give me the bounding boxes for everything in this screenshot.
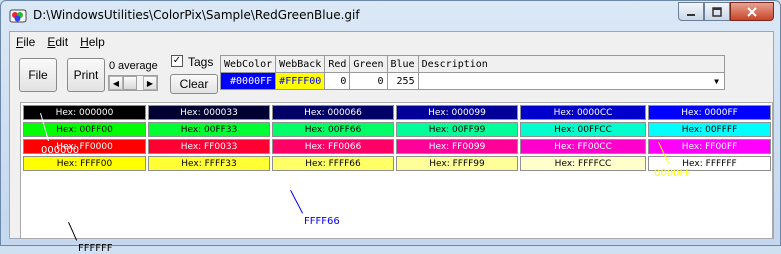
file-button[interactable]: File [19,58,57,92]
menu-file-label: ile [23,35,36,49]
menu-edit[interactable]: Edit [47,35,68,49]
webback-value[interactable]: #FFFF00 [275,72,326,90]
color-swatch[interactable]: Hex: 00FF66 [272,122,394,137]
maximize-button[interactable] [704,2,730,21]
header-blue: Blue [386,55,419,73]
scroll-right-icon[interactable]: ▶ [143,76,157,90]
average-value: 0 [109,60,116,72]
menu-help-accel: H [80,35,89,49]
color-swatch[interactable]: Hex: FF0066 [272,139,394,154]
window-title: D:\WindowsUtilities\ColorPix\Sample\RedG… [33,8,360,22]
menu-file[interactable]: File [16,35,35,49]
red-value[interactable]: 0 [324,72,351,90]
app-window: D:\WindowsUtilities\ColorPix\Sample\RedG… [0,0,781,254]
toolbar: File Print 0 average ◀ ▶ ✓ Tags Clear We… [10,52,773,96]
header-green: Green [349,55,388,73]
minimize-button[interactable] [678,2,704,21]
header-description: Description [417,55,725,73]
menu-bar: File Edit Help [10,32,773,52]
color-tag-label: 0000FF [654,168,691,179]
close-icon [747,6,757,17]
color-swatch[interactable]: Hex: 000099 [396,105,518,120]
color-swatch[interactable]: Hex: FFFF33 [148,156,270,171]
color-swatch[interactable]: Hex: FF0033 [148,139,270,154]
maximize-icon [712,6,722,17]
color-swatch[interactable]: Hex: FF00FF [648,139,771,154]
color-swatch[interactable]: Hex: 00FFFF [648,122,771,137]
color-swatch[interactable]: Hex: FF00CC [520,139,646,154]
scroll-left-icon[interactable]: ◀ [109,76,123,90]
client-area: File Edit Help File Print 0 average ◀ ▶ … [9,31,774,254]
color-swatch[interactable]: Hex: FF0099 [396,139,518,154]
clear-button[interactable]: Clear [170,74,218,94]
color-swatch[interactable]: Hex: 00FF00 [23,122,146,137]
title-bar[interactable]: D:\WindowsUtilities\ColorPix\Sample\RedG… [1,1,780,31]
color-swatch[interactable]: Hex: 000033 [148,105,270,120]
description-combo[interactable]: ▼ [417,72,725,90]
average-label: average [118,60,158,72]
menu-edit-label: dit [55,35,69,49]
color-swatch[interactable]: Hex: 00FFCC [520,122,646,137]
webcolor-value[interactable]: #0000FF [219,72,277,90]
grid-header-row: WebColor WebBack Red Green Blue Descript… [219,55,725,73]
color-swatch[interactable]: Hex: 00FF99 [396,122,518,137]
color-swatch[interactable]: Hex: FFFF00 [23,156,146,171]
print-button[interactable]: Print [67,58,105,92]
tags-checkbox[interactable]: ✓ [171,55,183,67]
blue-value[interactable]: 255 [386,72,419,90]
color-grid: WebColor WebBack Red Green Blue Descript… [219,55,725,90]
color-swatch[interactable]: Hex: 00FF33 [148,122,270,137]
color-swatch[interactable]: Hex: FFFFCC [520,156,646,171]
header-webback: WebBack [275,55,326,73]
tags-label: Tags [188,55,214,69]
header-red: Red [324,55,351,73]
green-value[interactable]: 0 [349,72,388,90]
tag-leader-line [68,222,77,241]
color-swatch[interactable]: Hex: FFFF66 [272,156,394,171]
color-swatch[interactable]: Hex: FFFF99 [396,156,518,171]
dropdown-arrow-icon[interactable]: ▼ [711,74,723,88]
scroll-thumb[interactable] [123,76,137,90]
average-scrollbar[interactable]: ◀ ▶ [108,75,158,91]
caption-buttons [678,2,774,22]
minimize-icon [687,13,695,16]
menu-help[interactable]: Help [80,35,105,49]
grid-value-row: #0000FF #FFFF00 0 0 255 ▼ [219,72,725,90]
color-tag-label: FFFF66 [304,216,340,227]
color-swatch[interactable]: Hex: 0000CC [520,105,646,120]
header-webcolor: WebColor [219,55,277,73]
menu-help-label: elp [88,35,105,49]
image-canvas[interactable]: Hex: 000000 Hex: 000033 Hex: 000066 Hex: 00… [20,102,773,254]
close-button[interactable] [730,2,774,21]
color-tag-label: FFFFFF [78,243,113,254]
colorpix-app-icon [9,9,27,23]
color-swatch[interactable]: Hex: 0000FF [648,105,771,120]
color-tag-label: 000000 [41,145,80,156]
tag-leader-line [290,190,303,214]
color-swatch[interactable]: Hex: 000066 [272,105,394,120]
